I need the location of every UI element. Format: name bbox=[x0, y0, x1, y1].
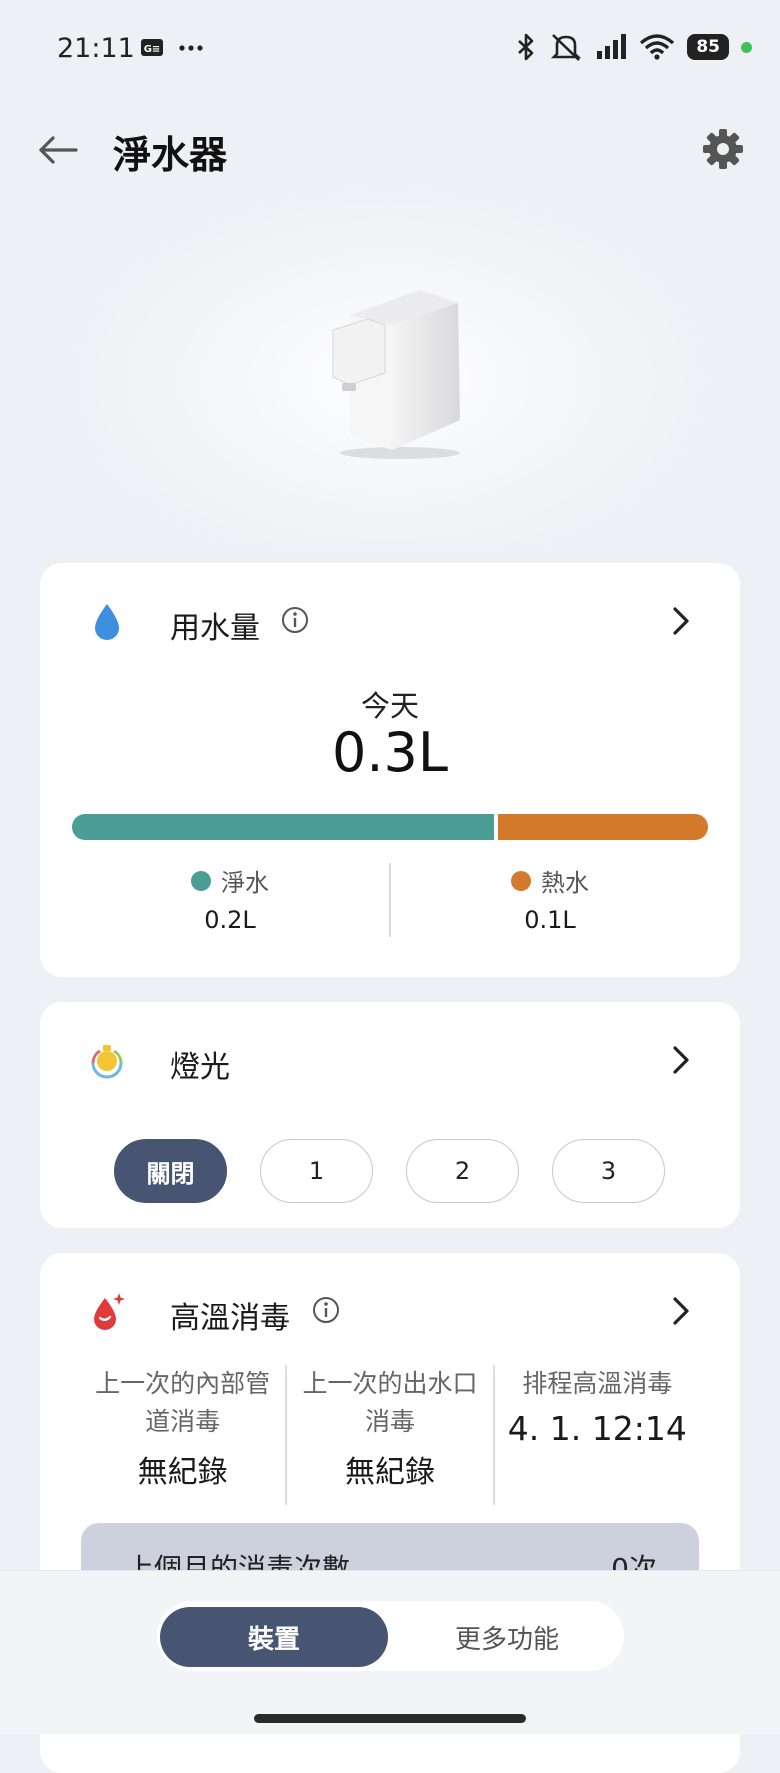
mute-icon bbox=[551, 34, 582, 61]
status-right-icons: 85 bbox=[515, 32, 752, 62]
internal-pipe-disinfection: 上一次的內部管道消毒 無紀錄 bbox=[80, 1365, 285, 1505]
total-usage-value: 0.3L bbox=[332, 721, 448, 784]
light-level-2-button[interactable]: 2 bbox=[406, 1139, 519, 1203]
stat-value: 無紀錄 bbox=[344, 1455, 435, 1490]
pure-water-value: 0.2L bbox=[204, 906, 256, 934]
scheduled-disinfection: 排程高溫消毒 4. 1. 12:14 bbox=[492, 1365, 700, 1505]
pure-water-dot bbox=[191, 870, 211, 891]
gmail-icon: G≡ bbox=[141, 39, 163, 56]
info-icon[interactable] bbox=[312, 1296, 340, 1324]
disinfection-stats: 上一次的內部管道消毒 無紀錄 上一次的出水口消毒 無紀錄 排程高溫消毒 4. 1… bbox=[80, 1365, 700, 1505]
water-usage-title: 用水量 bbox=[170, 611, 260, 646]
water-usage-header[interactable]: 用水量 bbox=[40, 563, 740, 678]
chevron-right-icon[interactable] bbox=[668, 605, 694, 637]
stat-label: 上一次的出水口消毒 bbox=[302, 1369, 478, 1436]
hot-water-value: 0.1L bbox=[524, 906, 576, 934]
hot-water-dot bbox=[511, 870, 531, 891]
pure-water-segment bbox=[72, 814, 494, 840]
gear-icon[interactable] bbox=[701, 127, 745, 171]
outlet-disinfection: 上一次的出水口消毒 無紀錄 bbox=[285, 1365, 492, 1505]
disinfection-title: 高溫消毒 bbox=[170, 1301, 290, 1336]
stat-value: 無紀錄 bbox=[137, 1455, 228, 1490]
tab-device[interactable]: 裝置 bbox=[160, 1607, 388, 1667]
chevron-right-icon[interactable] bbox=[668, 1295, 694, 1327]
light-level-selector: 關閉 1 2 3 bbox=[114, 1139, 665, 1203]
water-usage-card: 用水量 今天 0.3L 淨水 0.2L 熱水 0.1L bbox=[40, 563, 740, 977]
pure-water-legend: 淨水 0.2L bbox=[90, 863, 370, 934]
privacy-indicator-dot bbox=[741, 41, 752, 53]
info-icon[interactable] bbox=[281, 606, 309, 634]
tab-more-features[interactable]: 更多功能 bbox=[393, 1607, 621, 1667]
status-bar: 21:11 G≡ 85 bbox=[0, 0, 780, 100]
svg-text:G≡: G≡ bbox=[144, 44, 161, 55]
disinfection-header[interactable]: 高溫消毒 bbox=[40, 1253, 740, 1368]
pure-water-label: 淨水 bbox=[221, 869, 269, 897]
legend-divider bbox=[389, 863, 391, 937]
status-time: 21:11 bbox=[57, 33, 135, 64]
usage-ratio-bar bbox=[72, 814, 708, 840]
light-card: 燈光 關閉 1 2 3 bbox=[40, 1002, 740, 1228]
light-bulb-icon bbox=[91, 1045, 123, 1079]
chevron-right-icon[interactable] bbox=[668, 1044, 694, 1076]
nav-segmented-control: 裝置 更多功能 bbox=[157, 1601, 624, 1671]
light-level-1-button[interactable]: 1 bbox=[260, 1139, 373, 1203]
stat-label: 上一次的內部管道消毒 bbox=[95, 1369, 271, 1436]
light-off-button[interactable]: 關閉 bbox=[114, 1139, 227, 1203]
home-indicator[interactable] bbox=[254, 1714, 526, 1723]
hot-water-segment bbox=[498, 814, 708, 840]
bottom-navigation: 裝置 更多功能 bbox=[0, 1570, 780, 1734]
more-dots-icon bbox=[179, 44, 203, 51]
light-header[interactable]: 燈光 bbox=[40, 1002, 740, 1117]
battery-icon: 85 bbox=[687, 34, 729, 60]
bluetooth-icon bbox=[518, 33, 534, 61]
stat-value: 4. 1. 12:14 bbox=[507, 1409, 687, 1448]
page-title: 淨水器 bbox=[113, 133, 228, 177]
signal-icon bbox=[597, 34, 627, 59]
period-label: 今天 bbox=[360, 689, 419, 723]
hot-drop-icon bbox=[94, 1293, 125, 1330]
hot-water-legend: 熱水 0.1L bbox=[410, 863, 690, 934]
stat-label: 排程高溫消毒 bbox=[522, 1369, 673, 1398]
wifi-icon bbox=[640, 34, 675, 60]
back-arrow-icon[interactable] bbox=[36, 128, 80, 172]
water-drop-icon bbox=[95, 604, 119, 640]
status-left-icons: G≡ bbox=[140, 38, 204, 57]
light-level-3-button[interactable]: 3 bbox=[552, 1139, 665, 1203]
water-purifier-image bbox=[332, 290, 460, 459]
light-title: 燈光 bbox=[170, 1050, 230, 1085]
hot-water-label: 熱水 bbox=[541, 869, 589, 897]
